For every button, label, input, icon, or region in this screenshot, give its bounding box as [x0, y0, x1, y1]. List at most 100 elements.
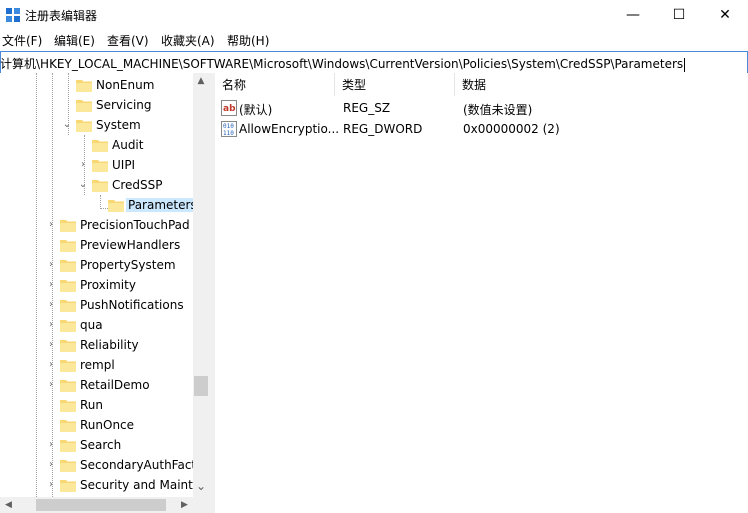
tree-item-label: Search: [80, 438, 122, 452]
scroll-thumb[interactable]: [194, 376, 208, 396]
value-row[interactable]: ab (默认) REG_SZ (数值未设置): [215, 98, 748, 118]
folder-icon: [60, 400, 76, 412]
minimize-button[interactable]: —: [610, 0, 656, 30]
tree-item-search[interactable]: › Search: [0, 435, 193, 455]
tree-item-precisiontouchpad[interactable]: › PrecisionTouchPad: [0, 215, 193, 235]
tree-item-label: CredSSP: [112, 178, 163, 192]
chevron-right-icon[interactable]: ›: [46, 359, 56, 371]
folder-icon: [76, 100, 92, 112]
folder-icon: [60, 300, 76, 312]
string-value-icon: ab: [221, 100, 237, 116]
folder-open-icon: [76, 120, 92, 132]
chevron-right-icon[interactable]: ›: [46, 439, 56, 451]
tree-item-credssp[interactable]: ⌄ CredSSP: [0, 175, 193, 195]
chevron-down-icon[interactable]: ⌄: [62, 119, 72, 131]
tree-item-pushnotifications[interactable]: › PushNotifications: [0, 295, 193, 315]
tree-item-propertysystem[interactable]: › PropertySystem: [0, 255, 193, 275]
chevron-right-icon[interactable]: ›: [46, 339, 56, 351]
tree-item-label: Reliability: [80, 338, 139, 352]
column-header-type[interactable]: 类型: [335, 73, 455, 96]
folder-icon: [60, 360, 76, 372]
window-title: 注册表编辑器: [25, 9, 98, 23]
tree-item-servicing[interactable]: Servicing: [0, 95, 193, 115]
scroll-left-arrow-icon[interactable]: ◀: [0, 497, 17, 513]
folder-icon: [60, 280, 76, 292]
tree-item-label: PreviewHandlers: [80, 238, 181, 252]
tree-item-label: Security and Mainte: [80, 478, 193, 492]
tree-item-parameters[interactable]: Parameters: [0, 195, 193, 215]
tree-item-security-and-maintenance[interactable]: › Security and Mainte: [0, 475, 193, 495]
value-row[interactable]: 010 110 AllowEncryptio... REG_DWORD 0x00…: [215, 119, 748, 139]
svg-text:010: 010: [223, 123, 234, 130]
tree-item-label: UIPI: [112, 158, 136, 172]
folder-icon: [60, 220, 76, 232]
address-path: 计算机\HKEY_LOCAL_MACHINE\SOFTWARE\Microsof…: [0, 57, 684, 71]
menu-file[interactable]: 文件(F): [2, 32, 42, 49]
folder-icon: [92, 140, 108, 152]
close-button[interactable]: ✕: [702, 0, 748, 30]
tree-item-audit[interactable]: Audit: [0, 135, 193, 155]
value-type: REG_SZ: [343, 101, 391, 115]
menu-help[interactable]: 帮助(H): [227, 32, 269, 49]
tree-item-secondaryauthfactor[interactable]: › SecondaryAuthFacto: [0, 455, 193, 475]
column-header-data[interactable]: 数据: [455, 73, 740, 96]
address-input[interactable]: 计算机\HKEY_LOCAL_MACHINE\SOFTWARE\Microsof…: [0, 55, 686, 72]
folder-icon: [76, 80, 92, 92]
tree-vertical-scrollbar[interactable]: ▲ ⌄: [193, 73, 209, 497]
tree-item-rempl[interactable]: › rempl: [0, 355, 193, 375]
tree-item-label: NonEnum: [96, 78, 155, 92]
regedit-app-icon: [6, 8, 20, 22]
scroll-up-arrow-icon[interactable]: ▲: [193, 73, 209, 90]
tree-item-qua[interactable]: › qua: [0, 315, 193, 335]
chevron-down-icon[interactable]: ⌄: [78, 179, 88, 191]
address-bar[interactable]: 计算机\HKEY_LOCAL_MACHINE\SOFTWARE\Microsof…: [0, 51, 748, 74]
scroll-thumb[interactable]: [36, 499, 166, 511]
chevron-right-icon[interactable]: ›: [46, 319, 56, 331]
tree-item-proximity[interactable]: › Proximity: [0, 275, 193, 295]
title-bar: 注册表编辑器 — ☐ ✕: [0, 0, 748, 30]
text-caret: [684, 57, 686, 72]
chevron-right-icon[interactable]: ›: [46, 219, 56, 231]
tree-item-label: SecondaryAuthFacto: [80, 458, 193, 472]
tree-item-nonenum[interactable]: NonEnum: [0, 75, 193, 95]
maximize-button[interactable]: ☐: [656, 0, 702, 30]
tree-item-label: qua: [80, 318, 103, 332]
values-list[interactable]: 名称 类型 数据 ab (默认) REG_SZ (数值未设置) 010 110 …: [215, 73, 748, 513]
chevron-right-icon[interactable]: ›: [46, 279, 56, 291]
scroll-right-arrow-icon[interactable]: ▶: [176, 497, 193, 513]
column-header-name[interactable]: 名称: [215, 73, 335, 96]
chevron-right-icon[interactable]: ›: [46, 299, 56, 311]
menu-edit[interactable]: 编辑(E): [54, 32, 95, 49]
chevron-right-icon[interactable]: ›: [46, 479, 56, 491]
value-data: (数值未设置): [463, 103, 533, 117]
chevron-right-icon[interactable]: ›: [78, 159, 88, 171]
tree-item-label: RetailDemo: [80, 378, 150, 392]
tree-horizontal-scrollbar[interactable]: ◀ ▶: [0, 497, 209, 513]
svg-text:ab: ab: [223, 104, 236, 114]
folder-icon: [60, 340, 76, 352]
tree-item-label: PropertySystem: [80, 258, 176, 272]
folder-icon: [92, 160, 108, 172]
tree-item-label: System: [96, 118, 141, 132]
scroll-down-arrow-icon[interactable]: ⌄: [193, 478, 209, 495]
value-name: AllowEncryptio...: [239, 122, 340, 136]
chevron-right-icon[interactable]: ›: [46, 259, 56, 271]
tree-item-reliability[interactable]: › Reliability: [0, 335, 193, 355]
folder-icon: [60, 440, 76, 452]
value-data: 0x00000002 (2): [463, 122, 560, 136]
tree-item-runonce[interactable]: RunOnce: [0, 415, 193, 435]
menu-view[interactable]: 查看(V): [107, 32, 149, 49]
tree-item-previewhandlers[interactable]: PreviewHandlers: [0, 235, 193, 255]
key-tree[interactable]: NonEnum Servicing ⌄ System Audit › UIPI …: [0, 73, 193, 497]
tree-item-run[interactable]: Run: [0, 395, 193, 415]
value-name: (默认): [239, 103, 273, 117]
tree-item-retaildemo[interactable]: › RetailDemo: [0, 375, 193, 395]
tree-item-label: PushNotifications: [80, 298, 184, 312]
folder-icon: [60, 460, 76, 472]
tree-item-uipi[interactable]: › UIPI: [0, 155, 193, 175]
chevron-right-icon[interactable]: ›: [46, 459, 56, 471]
tree-item-label: rempl: [80, 358, 115, 372]
chevron-right-icon[interactable]: ›: [46, 379, 56, 391]
tree-item-system[interactable]: ⌄ System: [0, 115, 193, 135]
menu-favorites[interactable]: 收藏夹(A): [161, 32, 215, 49]
